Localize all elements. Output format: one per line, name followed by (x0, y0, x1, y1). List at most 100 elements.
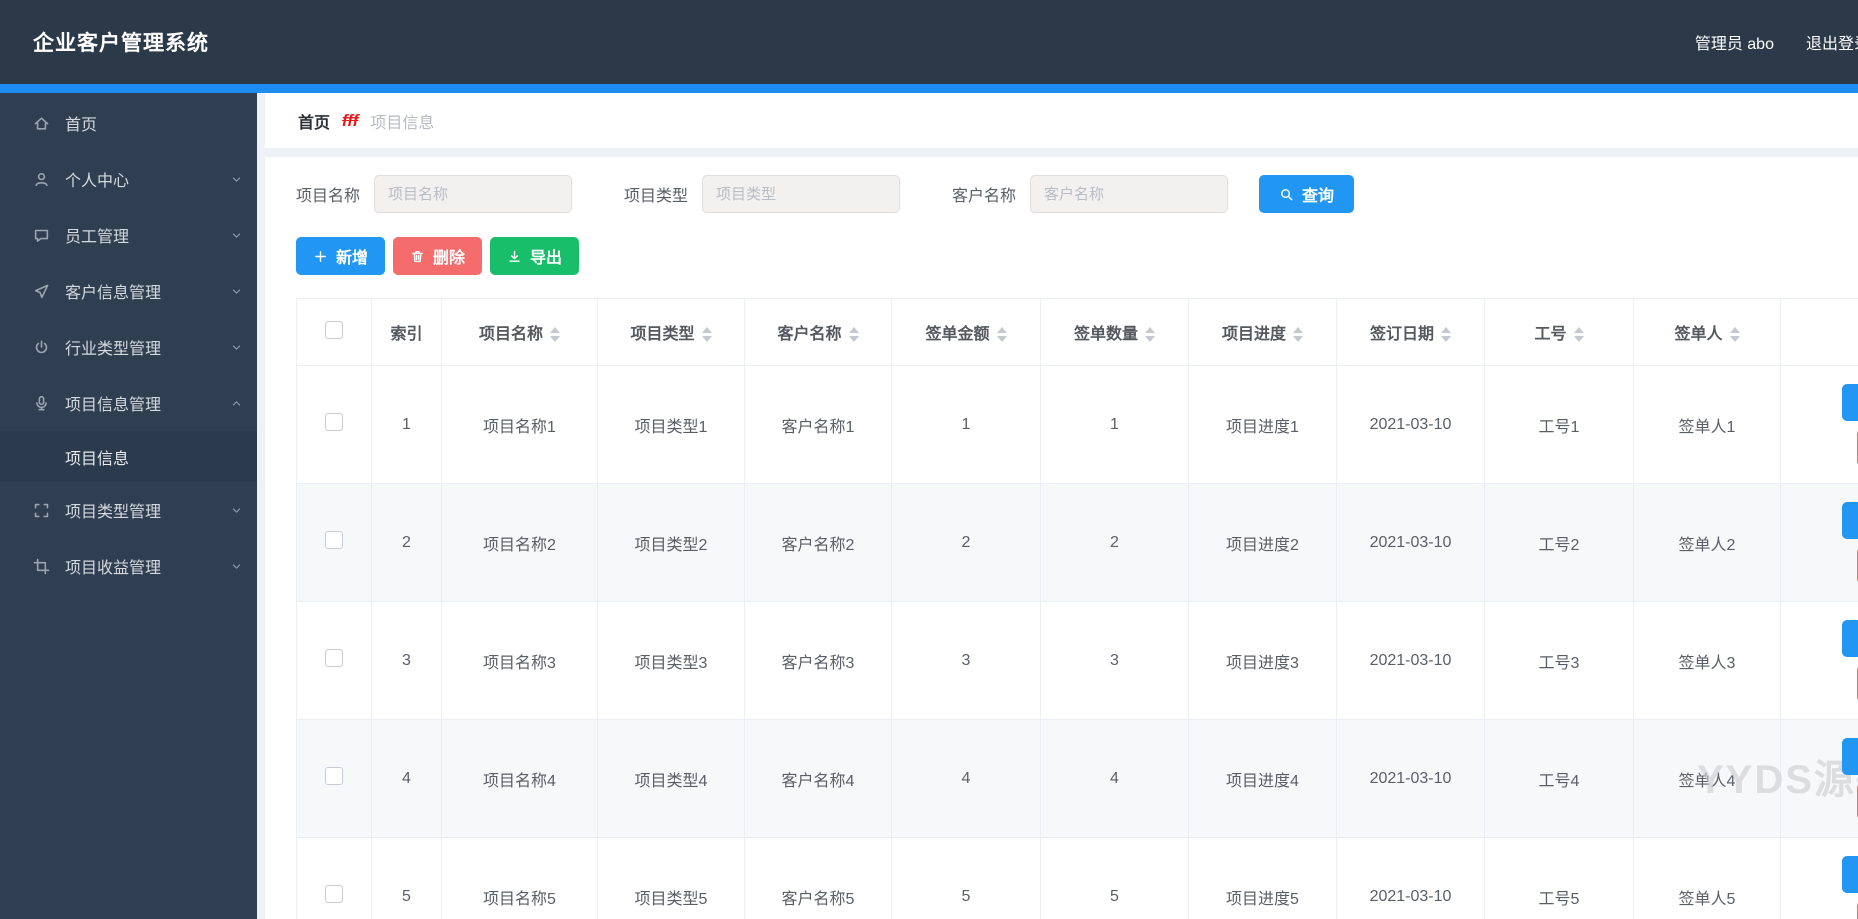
cell-type: 项目类型3 (598, 602, 745, 720)
cell-amount: 4 (892, 720, 1041, 838)
cell-customer: 客户名称5 (745, 838, 892, 919)
row-checkbox[interactable] (325, 885, 343, 903)
sidebar-item-mic[interactable]: 项目信息管理 (0, 375, 257, 431)
sidebar-item-crop[interactable]: 项目收益管理 (0, 538, 257, 594)
sidebar-item-user[interactable]: 个人中心 (0, 151, 257, 207)
cell-type: 项目类型4 (598, 720, 745, 838)
row-action-doc-详情[interactable]: 详情 (1842, 856, 1858, 893)
cell-quantity: 2 (1041, 484, 1189, 602)
cell-date: 2021-03-10 (1337, 838, 1485, 919)
column-header-customer[interactable]: 客户名称 (745, 299, 892, 366)
sort-caret-icon[interactable] (1293, 327, 1303, 342)
crop-icon (33, 558, 50, 575)
sidebar-item-home[interactable]: 首页 (0, 95, 257, 151)
sort-caret-icon[interactable] (849, 327, 859, 342)
cell-signer: 签单人1 (1634, 366, 1781, 484)
project-name-input[interactable] (374, 175, 572, 213)
project-type-input[interactable] (702, 175, 900, 213)
sort-caret-icon[interactable] (702, 327, 712, 342)
row-action-doc-详情[interactable]: 详情 (1842, 502, 1858, 539)
projects-table: 索引项目名称项目类型客户名称签单金额签单数量项目进度签订日期工号签单人操作 1项… (296, 298, 1858, 919)
breadcrumb-separator-icon: fff (342, 111, 358, 131)
cell-actions: 详情收益分配修改删除 (1781, 366, 1858, 484)
sidebar-item-send[interactable]: 客户信息管理 (0, 263, 257, 319)
chevron-down-icon (230, 285, 243, 298)
cell-workid: 工号4 (1485, 720, 1634, 838)
filter-label-project-name: 项目名称 (296, 182, 360, 206)
cell-type: 项目类型1 (598, 366, 745, 484)
sort-caret-icon[interactable] (1145, 327, 1155, 342)
row-action-doc-详情[interactable]: 详情 (1842, 384, 1858, 421)
cell-amount: 2 (892, 484, 1041, 602)
cell-index: 3 (372, 602, 442, 720)
column-header-amount[interactable]: 签单金额 (892, 299, 1041, 366)
cell-progress: 项目进度5 (1189, 838, 1337, 919)
row-action-doc-详情[interactable]: 详情 (1842, 620, 1858, 657)
add-button[interactable]: 新增 (296, 237, 385, 275)
cell-name: 项目名称3 (442, 602, 598, 720)
cell-quantity: 1 (1041, 366, 1189, 484)
cell-customer: 客户名称4 (745, 720, 892, 838)
filter-label-project-type: 项目类型 (624, 182, 688, 206)
column-header-type[interactable]: 项目类型 (598, 299, 745, 366)
sidebar-item-label: 项目信息管理 (65, 391, 161, 415)
cell-date: 2021-03-10 (1337, 484, 1485, 602)
column-header-index: 索引 (372, 299, 442, 366)
column-header-quantity[interactable]: 签单数量 (1041, 299, 1189, 366)
chevron-down-icon (230, 341, 243, 354)
row-action-doc-详情[interactable]: 详情 (1842, 738, 1858, 775)
current-user-label: 管理员 abo (1695, 30, 1774, 54)
cell-checkbox (297, 838, 372, 919)
cell-amount: 1 (892, 366, 1041, 484)
sidebar-item-comment[interactable]: 员工管理 (0, 207, 257, 263)
column-header-date[interactable]: 签订日期 (1337, 299, 1485, 366)
customer-name-input[interactable] (1030, 175, 1228, 213)
sort-caret-icon[interactable] (550, 327, 560, 342)
cell-quantity: 4 (1041, 720, 1189, 838)
cell-progress: 项目进度1 (1189, 366, 1337, 484)
cell-progress: 项目进度3 (1189, 602, 1337, 720)
logout-link[interactable]: 退出登录 (1806, 30, 1858, 54)
column-header-name[interactable]: 项目名称 (442, 299, 598, 366)
mic-icon (33, 395, 50, 412)
cell-signer: 签单人2 (1634, 484, 1781, 602)
plus-icon (313, 249, 328, 264)
row-checkbox[interactable] (325, 413, 343, 431)
sort-caret-icon[interactable] (1574, 327, 1584, 342)
breadcrumb-current: 项目信息 (370, 109, 434, 133)
cell-customer: 客户名称1 (745, 366, 892, 484)
cell-date: 2021-03-10 (1337, 602, 1485, 720)
download-icon (507, 249, 522, 264)
cell-checkbox (297, 720, 372, 838)
select-all-checkbox[interactable] (325, 321, 343, 339)
row-checkbox[interactable] (325, 649, 343, 667)
cell-workid: 工号3 (1485, 602, 1634, 720)
send-icon (33, 283, 50, 300)
sidebar-item-label: 客户信息管理 (65, 279, 161, 303)
sidebar-item-label: 行业类型管理 (65, 335, 161, 359)
sort-caret-icon[interactable] (1730, 327, 1740, 342)
cell-amount: 3 (892, 602, 1041, 720)
search-button[interactable]: 查询 (1259, 175, 1354, 213)
delete-button[interactable]: 删除 (393, 237, 482, 275)
comment-icon (33, 227, 50, 244)
sort-caret-icon[interactable] (1441, 327, 1451, 342)
column-header-workid[interactable]: 工号 (1485, 299, 1634, 366)
export-button[interactable]: 导出 (490, 237, 579, 275)
cell-workid: 工号1 (1485, 366, 1634, 484)
search-icon (1279, 187, 1294, 202)
row-checkbox[interactable] (325, 767, 343, 785)
sidebar-item-scan[interactable]: 项目类型管理 (0, 482, 257, 538)
column-header-signer[interactable]: 签单人 (1634, 299, 1781, 366)
sort-caret-icon[interactable] (997, 327, 1007, 342)
breadcrumb-home-link[interactable]: 首页 (298, 109, 330, 133)
cell-index: 5 (372, 838, 442, 919)
cell-index: 1 (372, 366, 442, 484)
chevron-down-icon (230, 173, 243, 186)
sidebar-item-power[interactable]: 行业类型管理 (0, 319, 257, 375)
column-header-progress[interactable]: 项目进度 (1189, 299, 1337, 366)
filter-bar: 项目名称 项目类型 客户名称 查询 (296, 175, 1849, 213)
power-icon (33, 339, 50, 356)
row-checkbox[interactable] (325, 531, 343, 549)
sidebar-subitem[interactable]: 项目信息 (0, 431, 257, 482)
